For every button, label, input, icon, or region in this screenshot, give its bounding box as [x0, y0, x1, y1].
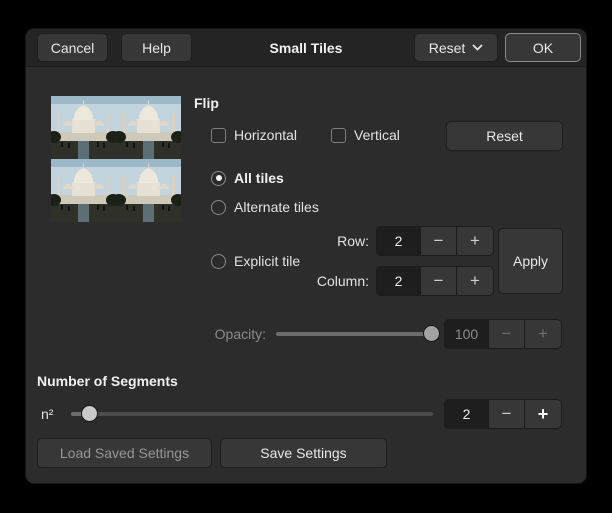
opacity-decrement-button[interactable]: − — [489, 320, 525, 348]
opacity-increment-button[interactable]: + — [525, 320, 561, 348]
save-settings-button[interactable]: Save Settings — [220, 438, 387, 468]
plus-icon: + — [538, 324, 548, 344]
dialog-title: Small Tiles — [26, 29, 586, 66]
row-decrement-button[interactable]: − — [421, 227, 457, 255]
opacity-slider[interactable] — [276, 319, 440, 349]
segments-spinner: 2 − + — [444, 399, 562, 429]
column-decrement-button[interactable]: − — [421, 267, 457, 295]
row-label: Row: — [306, 226, 369, 256]
vertical-checkbox-box[interactable] — [331, 128, 346, 143]
vertical-checkbox-label: Vertical — [354, 127, 400, 143]
horizontal-checkbox-box[interactable] — [211, 128, 226, 143]
all-tiles-radio-circle[interactable] — [211, 171, 226, 186]
chevron-down-icon — [472, 44, 483, 51]
minus-icon: − — [502, 404, 512, 424]
opacity-slider-handle[interactable] — [423, 325, 440, 342]
horizontal-checkbox-label: Horizontal — [234, 127, 297, 143]
segments-slider-track — [71, 412, 433, 416]
screen: Cancel Help Small Tiles Reset OK Flip Ho… — [0, 0, 612, 513]
flip-section-label: Flip — [194, 95, 219, 111]
cancel-button[interactable]: Cancel — [37, 33, 108, 62]
opacity-spinner: 100 − + — [444, 319, 562, 349]
opacity-slider-fill — [276, 332, 426, 336]
opacity-label: Opacity: — [146, 319, 266, 349]
segments-param-label: n² — [41, 399, 53, 429]
segments-decrement-button[interactable]: − — [489, 400, 525, 428]
reset-dropdown-button[interactable]: Reset — [414, 33, 498, 62]
load-saved-settings-button[interactable]: Load Saved Settings — [37, 438, 212, 468]
apply-button[interactable]: Apply — [498, 228, 563, 294]
all-tiles-radio-label: All tiles — [234, 170, 284, 186]
column-increment-button[interactable]: + — [457, 267, 493, 295]
segments-slider-handle[interactable] — [81, 405, 98, 422]
row-increment-button[interactable]: + — [457, 227, 493, 255]
column-value-field[interactable]: 2 — [377, 267, 421, 295]
vertical-checkbox[interactable]: Vertical — [331, 126, 400, 144]
tile-preview-image — [51, 96, 181, 222]
alternate-tiles-radio[interactable]: Alternate tiles — [211, 198, 319, 216]
alternate-tiles-radio-label: Alternate tiles — [234, 199, 319, 215]
flip-reset-button[interactable]: Reset — [446, 121, 563, 151]
taj-mahal-tile-image — [116, 159, 181, 222]
minus-icon: − — [434, 231, 444, 251]
taj-mahal-tile-image — [116, 96, 181, 159]
explicit-tile-radio-circle[interactable] — [211, 254, 226, 269]
small-tiles-dialog: Cancel Help Small Tiles Reset OK Flip Ho… — [25, 28, 587, 484]
segments-section-label: Number of Segments — [37, 373, 178, 389]
segments-slider[interactable] — [71, 399, 433, 429]
plus-icon: + — [538, 404, 549, 425]
alternate-tiles-radio-circle[interactable] — [211, 200, 226, 215]
taj-mahal-tile-image — [51, 159, 116, 222]
explicit-tile-radio-label: Explicit tile — [234, 253, 300, 269]
segments-value-field[interactable]: 2 — [445, 400, 489, 428]
horizontal-checkbox[interactable]: Horizontal — [211, 126, 297, 144]
row-spinner: 2 − + — [376, 226, 494, 256]
opacity-value-field[interactable]: 100 — [445, 320, 489, 348]
segments-increment-button[interactable]: + — [525, 400, 561, 428]
minus-icon: − — [502, 324, 512, 344]
row-value-field[interactable]: 2 — [377, 227, 421, 255]
reset-dropdown-label: Reset — [429, 40, 466, 56]
header-bar: Cancel Help Small Tiles Reset OK — [26, 29, 586, 67]
column-label: Column: — [306, 266, 369, 296]
explicit-tile-radio[interactable]: Explicit tile — [211, 252, 300, 270]
plus-icon: + — [470, 271, 480, 291]
column-spinner: 2 − + — [376, 266, 494, 296]
minus-icon: − — [434, 271, 444, 291]
help-button[interactable]: Help — [121, 33, 192, 62]
plus-icon: + — [470, 231, 480, 251]
all-tiles-radio[interactable]: All tiles — [211, 169, 284, 187]
ok-button[interactable]: OK — [505, 33, 581, 62]
taj-mahal-tile-image — [51, 96, 116, 159]
